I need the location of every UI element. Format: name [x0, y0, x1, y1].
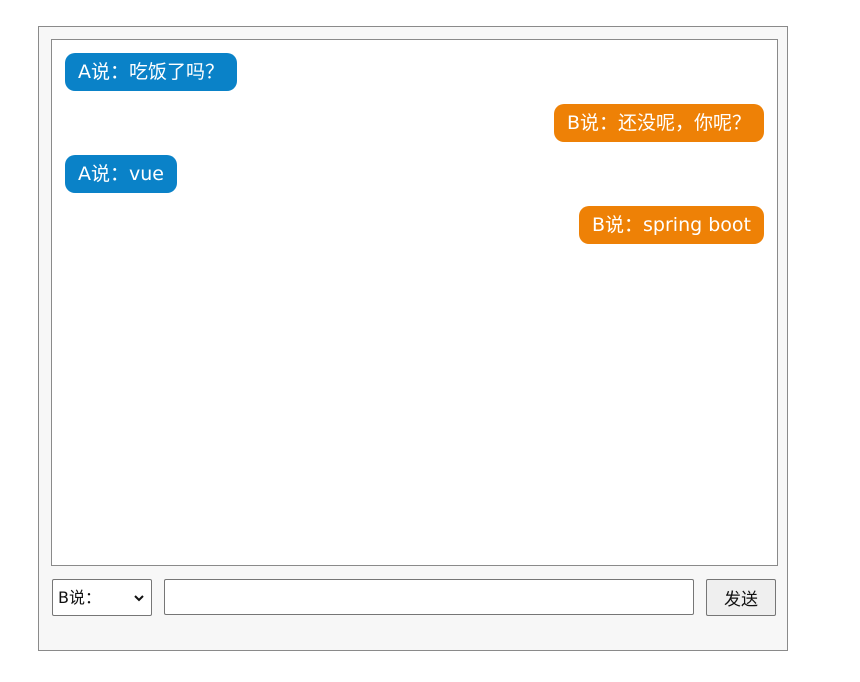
message-bubble-b: B说：还没呢，你呢？: [553, 104, 764, 142]
message-row: B说：还没呢，你呢？: [52, 104, 777, 142]
message-row: A说：吃饭了吗？: [52, 53, 777, 91]
message-row: B说：spring boot: [52, 206, 777, 244]
chat-app: A说：吃饭了吗？ B说：还没呢，你呢？ A说：vue B说：spring boo…: [38, 26, 788, 651]
speaker-select-value: B说：: [58, 588, 101, 607]
send-button[interactable]: 发送: [706, 579, 776, 616]
chevron-down-icon: [134, 595, 144, 602]
speaker-select[interactable]: B说：: [52, 579, 152, 616]
message-row: A说：vue: [52, 155, 777, 193]
message-bubble-a: A说：吃饭了吗？: [65, 53, 237, 91]
message-bubble-a: A说：vue: [65, 155, 177, 193]
message-input[interactable]: [164, 579, 694, 615]
chat-history-panel: A说：吃饭了吗？ B说：还没呢，你呢？ A说：vue B说：spring boo…: [51, 39, 778, 566]
message-bubble-b: B说：spring boot: [579, 206, 764, 244]
